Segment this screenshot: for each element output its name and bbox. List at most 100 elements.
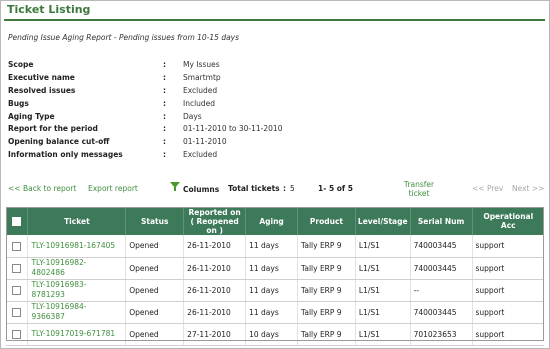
reported-cell: 26-11-2010	[183, 257, 247, 280]
ticket-link[interactable]: TLY-10916983- 8781293	[27, 279, 127, 302]
aging-cell: 11 days	[245, 301, 299, 324]
listing-toolbar: << Back to report Export report Columns …	[0, 180, 550, 202]
report-subtitle: Pending Issue Aging Report - Pending iss…	[8, 33, 240, 42]
criteria-label: Scope	[8, 59, 34, 69]
ticket-id-line1: TLY-10916984-	[31, 302, 87, 311]
column-header-operational-acc[interactable]: Operational Acc	[472, 207, 544, 235]
product-cell: Tally ERP 9	[297, 257, 356, 280]
criteria-row: Report for the period: 01-11-2010 to 30-1…	[8, 122, 282, 135]
reported-cell: 26-11-2010	[183, 301, 247, 324]
aging-cell: 11 days	[245, 279, 299, 302]
criteria-row: Scope: My Issues	[8, 58, 282, 71]
status-cell: Opened	[125, 301, 185, 324]
ticket-id-line2: 4802486	[31, 268, 65, 277]
table-row[interactable]: TLY-10916981-167405 Opened 26-11-2010 11 da…	[6, 235, 544, 258]
row-checkbox[interactable]	[12, 307, 22, 317]
column-header-status[interactable]: Status	[125, 207, 185, 235]
reported-header-line3: on )	[206, 225, 223, 235]
ticket-link[interactable]: TLY-10916981-167405	[27, 235, 127, 258]
criteria-value: 01-11-2010 to 30-11-2010	[183, 124, 283, 134]
level-cell: L1/S1	[355, 301, 411, 324]
operational-acc-cell: support	[472, 235, 544, 258]
opacc-header-line1: Operational	[483, 212, 534, 221]
criteria-colon: :	[163, 98, 166, 108]
page-range: 1- 5 of 5	[318, 184, 354, 193]
row-checkbox[interactable]	[12, 285, 22, 295]
status-cell: Opened	[125, 323, 185, 346]
row-select-cell	[6, 301, 29, 324]
ticket-link[interactable]: TLY-10917019-671781	[27, 323, 127, 346]
ticket-link[interactable]: TLY-10916982- 4802486	[27, 257, 127, 280]
criteria-value: Excluded	[183, 85, 218, 95]
ticket-id-line2: 9366387	[31, 312, 65, 321]
ticket-id-line2: 8781293	[31, 290, 65, 299]
criteria-value: Smartmtp	[183, 72, 221, 82]
column-header-aging[interactable]: Aging	[245, 207, 299, 235]
criteria-value: Days	[183, 111, 202, 121]
serial-cell: 701023653	[410, 323, 473, 346]
criteria-value: 01-11-2010	[183, 137, 227, 147]
table-row[interactable]: TLY-10916983- 8781293 Opened 26-11-2010 11 d…	[6, 279, 544, 302]
column-header-serial[interactable]: Serial Num	[410, 207, 473, 235]
row-checkbox[interactable]	[12, 263, 22, 273]
title-divider	[4, 19, 545, 21]
table-row[interactable]: TLY-10916984- 9366387 Opened 26-11-2010 11 d…	[6, 301, 544, 324]
criteria-label: Resolved issues	[8, 85, 76, 95]
product-cell: Tally ERP 9	[297, 279, 356, 302]
status-cell: Opened	[125, 257, 185, 280]
criteria-value: Excluded	[183, 150, 218, 160]
table-row[interactable]: TLY-10916982- 4802486 Opened 26-11-2010 11 d…	[6, 257, 544, 280]
select-all-checkbox[interactable]	[12, 216, 22, 226]
criteria-label: Opening balance cut-off	[8, 137, 110, 147]
select-all-header	[6, 207, 29, 235]
table-row[interactable]: TLY-10917019-671781 Opened 27-11-2010 10 da…	[6, 323, 544, 346]
level-cell: L1/S1	[355, 323, 411, 346]
export-report-link[interactable]: Export report	[88, 184, 138, 193]
row-checkbox[interactable]	[12, 241, 22, 251]
columns-button[interactable]: Columns	[183, 185, 219, 194]
ticket-id-line1: TLY-10916981-167405	[31, 240, 116, 250]
status-cell: Opened	[125, 235, 185, 258]
prev-page-button[interactable]: << Prev	[472, 184, 503, 193]
criteria-colon: :	[163, 85, 166, 95]
operational-acc-cell: support	[472, 279, 544, 302]
criteria-label: Report for the period	[8, 124, 98, 134]
transfer-ticket-button[interactable]: Transfer ticket	[402, 180, 436, 198]
operational-acc-cell: support	[472, 301, 544, 324]
row-select-cell	[6, 257, 29, 280]
row-checkbox[interactable]	[12, 329, 22, 339]
column-header-ticket[interactable]: Ticket	[27, 207, 127, 235]
opacc-header-line2: Acc	[500, 221, 516, 230]
product-cell: Tally ERP 9	[297, 235, 356, 258]
back-to-report-link[interactable]: << Back to report	[8, 184, 76, 193]
aging-cell: 10 days	[245, 323, 299, 346]
criteria-value: My Issues	[183, 59, 220, 69]
criteria-row: Resolved issues: Excluded	[8, 84, 282, 97]
next-page-button[interactable]: Next >>	[512, 184, 544, 193]
column-header-level[interactable]: Level/Stage	[355, 207, 411, 235]
total-tickets-separator: :	[283, 184, 286, 193]
ticket-id-line1: TLY-10916982-	[31, 258, 87, 267]
total-tickets-value: 5	[290, 184, 295, 193]
product-cell: Tally ERP 9	[297, 301, 356, 324]
ticket-link[interactable]: TLY-10916984- 9366387	[27, 301, 127, 324]
row-select-cell	[6, 235, 29, 258]
funnel-icon-stem	[174, 187, 176, 191]
criteria-value: Included	[183, 98, 216, 108]
aging-cell: 11 days	[245, 235, 299, 258]
reported-header-line1: Reported on	[188, 207, 241, 217]
column-header-reported[interactable]: Reported on ( Reopened on )	[183, 207, 247, 235]
serial-cell: 740003445	[410, 257, 473, 280]
report-criteria: Scope: My Issues Executive name: Smartmtp Re…	[8, 58, 282, 161]
criteria-label: Information only messages	[8, 150, 123, 160]
reported-cell: 26-11-2010	[183, 279, 247, 302]
reported-cell: 27-11-2010	[183, 323, 247, 346]
row-select-cell	[6, 279, 29, 302]
ticket-table: Ticket Status Reported on ( Reopened on …	[6, 207, 544, 346]
criteria-row: Executive name: Smartmtp	[8, 71, 282, 84]
criteria-row: Bugs: Included	[8, 97, 282, 110]
transfer-ticket-line2: ticket	[408, 189, 430, 198]
level-cell: L1/S1	[355, 257, 411, 280]
column-header-product[interactable]: Product	[297, 207, 356, 235]
serial-cell: --	[410, 279, 473, 302]
